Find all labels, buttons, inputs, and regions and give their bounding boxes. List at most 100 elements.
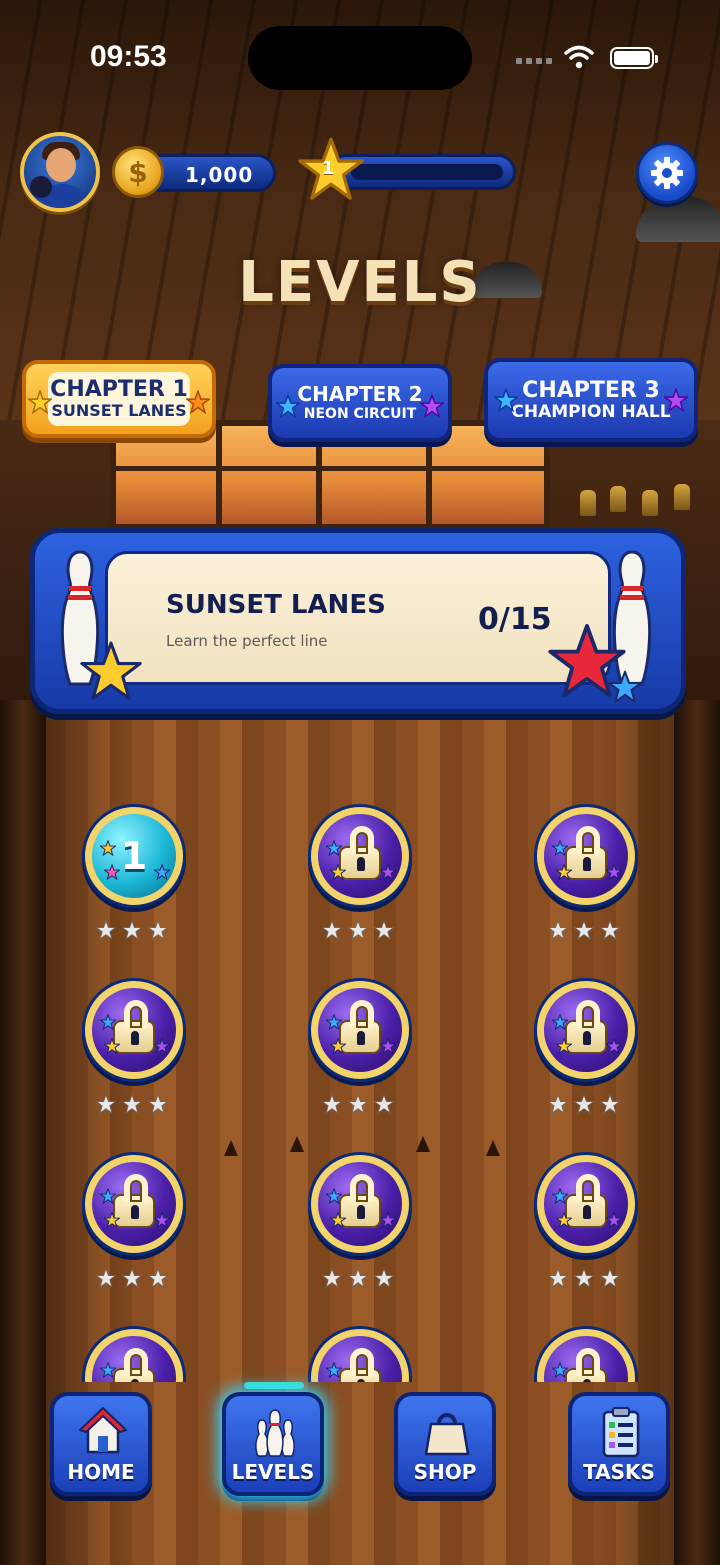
level-number: 1 [120, 834, 148, 878]
tab-chapter-1[interactable]: CHAPTER 1 SUNSET LANES [22, 360, 216, 438]
purple-orb [318, 1162, 402, 1246]
level-12-node [534, 1326, 642, 1382]
star-empty-icon [348, 920, 368, 940]
star-icon [330, 864, 346, 880]
star-icon [154, 864, 170, 880]
tab-title: CHAPTER 2 [297, 382, 423, 407]
locked-level-badge [82, 1152, 186, 1256]
clipboard-checklist-icon [602, 1407, 640, 1458]
status-time: 09:53 [90, 40, 167, 73]
star-icon [80, 641, 142, 700]
level-badge[interactable]: 1 [82, 804, 186, 908]
trophy-icon [580, 490, 596, 516]
nav-home-button[interactable]: HOME [50, 1392, 152, 1496]
nav-tasks-button[interactable]: TASKS [568, 1392, 670, 1496]
locked-level-badge [308, 804, 412, 908]
star-empty-icon [148, 1094, 168, 1114]
star-icon [100, 1014, 116, 1030]
star-icon [154, 1038, 170, 1054]
nav-shop-button[interactable]: SHOP [394, 1392, 496, 1496]
star-icon [380, 1038, 396, 1054]
level-6-node [534, 978, 642, 1128]
tab-subtitle: SUNSET LANES [51, 401, 187, 421]
nav-label: TASKS [583, 1460, 655, 1484]
star-icon [380, 1212, 396, 1228]
level-star-rating [96, 1094, 168, 1114]
nav-levels-button[interactable]: LEVELS [222, 1392, 324, 1496]
star-empty-icon [348, 1268, 368, 1288]
purple-orb [92, 1162, 176, 1246]
level-star-rating [548, 1094, 620, 1114]
star-icon [494, 388, 518, 412]
lane-arrow-mark [224, 1140, 238, 1156]
star-icon [420, 394, 444, 418]
purple-orb [92, 988, 176, 1072]
wifi-icon [564, 45, 594, 69]
trophy-icon [674, 484, 690, 510]
star-icon [186, 390, 210, 414]
star-icon [326, 1014, 342, 1030]
locked-level-badge [308, 978, 412, 1082]
purple-orb [544, 1336, 628, 1382]
level-1-node[interactable]: 1 [82, 804, 190, 954]
star-icon [552, 1188, 568, 1204]
player-level: 1 [321, 158, 335, 179]
star-icon [608, 670, 642, 703]
gear-icon [651, 157, 683, 189]
padlock-icon [339, 1348, 381, 1382]
bowling-ball-icon: 1 [92, 814, 176, 898]
purple-orb [544, 988, 628, 1072]
purple-orb [92, 1336, 176, 1382]
star-empty-icon [574, 920, 594, 940]
house-icon [79, 1407, 127, 1454]
star-icon [100, 1188, 116, 1204]
chapter-progress: 0/15 [478, 602, 552, 637]
coin-icon: $ [112, 146, 164, 198]
star-empty-icon [600, 1094, 620, 1114]
locked-level-badge [308, 1326, 412, 1382]
tab-chapter-2[interactable]: CHAPTER 2 NEON CIRCUIT [268, 364, 452, 442]
star-empty-icon [148, 1268, 168, 1288]
level-star-rating [322, 1268, 394, 1288]
star-icon [330, 1038, 346, 1054]
locked-level-badge [534, 804, 638, 908]
star-icon [606, 1212, 622, 1228]
purple-orb [318, 1336, 402, 1382]
star-empty-icon [600, 1268, 620, 1288]
star-icon [606, 1038, 622, 1054]
star-empty-icon [122, 920, 142, 940]
star-icon [104, 1038, 120, 1054]
level-3-node [534, 804, 642, 954]
star-icon [104, 1212, 120, 1228]
star-empty-icon [548, 1268, 568, 1288]
chapter-name: SUNSET LANES [166, 590, 386, 620]
star-empty-icon [548, 1094, 568, 1114]
star-icon [100, 840, 116, 856]
nav-label: SHOP [413, 1460, 477, 1484]
star-icon [100, 1362, 116, 1378]
settings-button[interactable] [636, 142, 698, 204]
star-icon [606, 864, 622, 880]
level-star-rating [322, 1094, 394, 1114]
level-7-node [82, 1152, 190, 1302]
star-icon [556, 864, 572, 880]
player-avatar[interactable] [20, 132, 100, 212]
nav-label: HOME [67, 1460, 135, 1484]
cellular-signal-icon [516, 58, 552, 64]
padlock-icon [565, 1348, 607, 1382]
tab-chapter-3[interactable]: CHAPTER 3 CHAMPION HALL [484, 358, 698, 442]
locked-level-badge [534, 1152, 638, 1256]
tab-title: CHAPTER 1 [50, 377, 188, 403]
lane-arrow-mark [416, 1136, 430, 1152]
lane-arrow-mark [290, 1136, 304, 1152]
star-icon [552, 1014, 568, 1030]
star-icon [664, 388, 688, 412]
coin-amount: 1,000 [185, 163, 254, 187]
level-11-node [308, 1326, 416, 1382]
level-8-node [308, 1152, 416, 1302]
lane-arrow-mark [486, 1140, 500, 1156]
purple-orb [318, 814, 402, 898]
locked-level-badge [534, 1326, 638, 1382]
star-empty-icon [348, 1094, 368, 1114]
star-empty-icon [96, 1094, 116, 1114]
